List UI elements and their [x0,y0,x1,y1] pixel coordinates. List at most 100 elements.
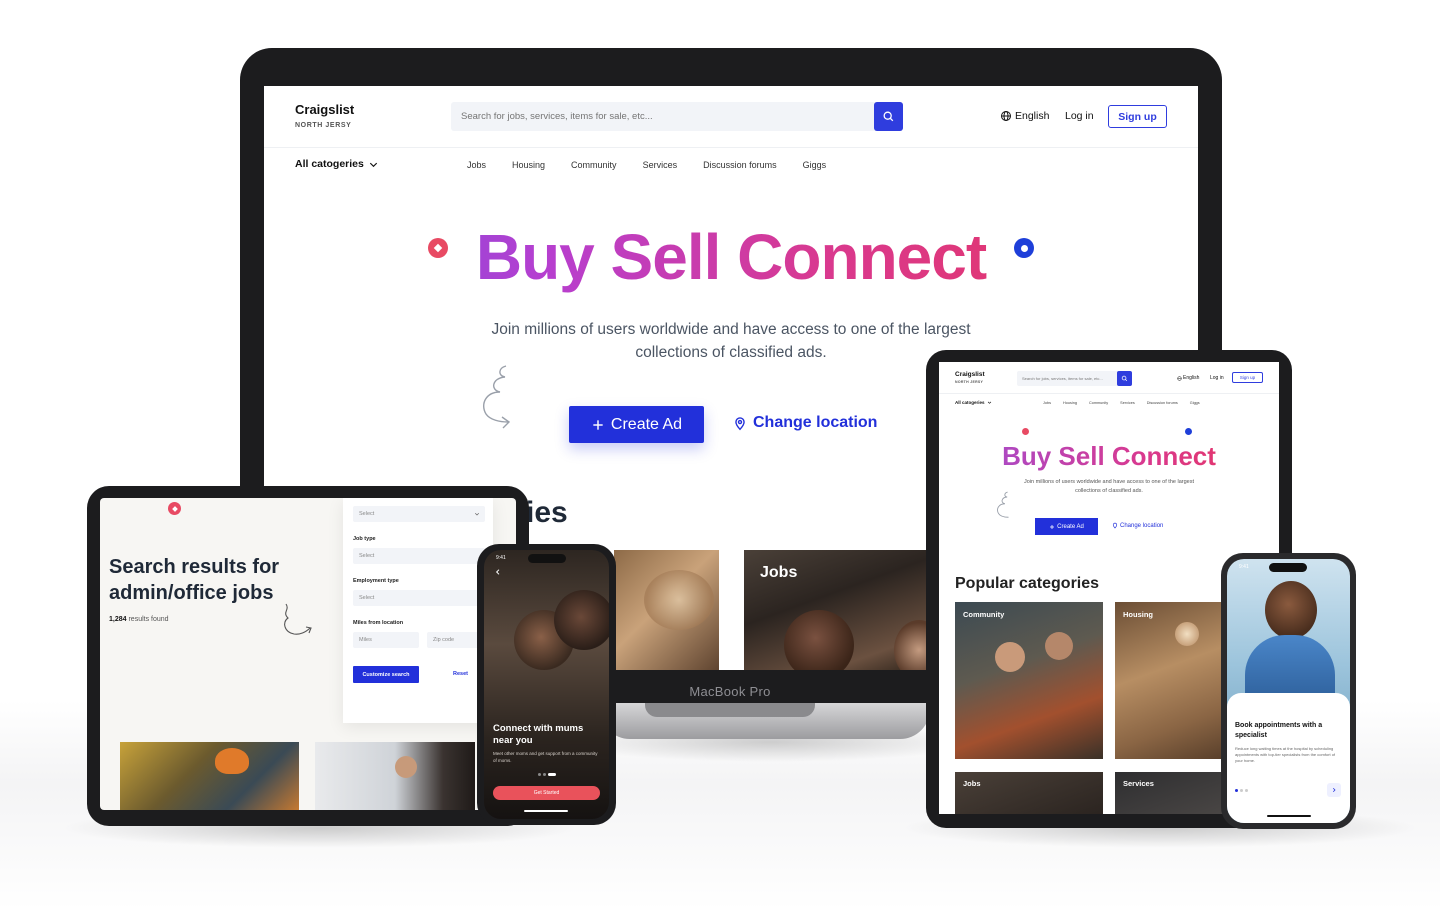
decor-dot-blue [1185,428,1192,435]
get-started-button[interactable]: Get Started [493,786,600,800]
globe-icon [1177,375,1182,381]
category-card-housing[interactable] [614,550,719,670]
miles-input[interactable]: Miles [353,632,419,648]
pager-dots [1235,789,1248,792]
employment-type-label: Employment type [353,578,399,584]
create-ad-button[interactable]: Create Ad [1035,518,1098,535]
search-results-title: Search results for admin/office jobs [109,556,280,604]
category-jobs-label: Jobs [760,564,798,581]
language-selector[interactable]: English [1177,375,1199,381]
chevron-down-icon [987,401,991,404]
nav-link-discussion-forums[interactable]: Discussion forums [1147,401,1178,405]
zip-code-placeholder: Zip code [433,637,455,643]
back-arrow-icon[interactable] [494,568,502,576]
community-person-head-2 [1045,632,1073,660]
create-ad-label: Create Ad [610,415,683,433]
job-photo-construction[interactable] [120,742,299,810]
search-icon [1121,375,1128,382]
nav-link-services[interactable]: Services [643,160,678,170]
location-pin-icon [1112,522,1118,529]
nav-link-housing[interactable]: Housing [512,160,545,170]
next-button[interactable] [1327,783,1341,797]
hero-subtitle: Join millions of users worldwide and hav… [1024,479,1194,494]
nav-links: Jobs Housing Community Services Discussi… [467,160,826,170]
ipad-landscape-screen: Search results for admin/office jobs 1,2… [100,498,516,810]
category-card-community[interactable]: Community [955,602,1103,759]
category-card-jobs[interactable]: Jobs [955,772,1103,814]
nav-link-jobs[interactable]: Jobs [1043,401,1051,405]
category-housing-label: Housing [1123,610,1153,619]
login-link[interactable]: Log in [1210,375,1224,381]
search-filters-panel: Select Job type Select Employment type S… [343,498,493,723]
filter-select-category[interactable]: Select [353,506,485,522]
signup-button[interactable]: Sign up [1108,105,1167,128]
home-indicator [1267,815,1311,817]
iphone-notch [1269,563,1307,572]
chevron-down-icon [369,162,377,167]
search-bar [451,102,903,131]
iphone-notch [528,554,566,563]
language-label: English [1183,375,1200,381]
site-logo[interactable]: Craigslist NORTH JERSY [955,371,985,384]
create-ad-button[interactable]: Create Ad [569,406,704,443]
photo-mother [554,590,609,650]
language-label: English [1015,110,1050,122]
iphone-right-screen: 9:41 Book appointments with a specialist… [1227,559,1350,823]
community-person-head [995,642,1025,672]
categories-heading: ies [526,496,568,529]
change-location-button[interactable]: Change location [733,414,877,432]
job-type-label: Job type [353,536,376,542]
search-button[interactable] [1117,371,1132,386]
reset-button[interactable]: Reset [453,671,468,677]
search-icon [883,111,894,122]
all-categories-label: All catogeries [955,400,985,405]
nav-link-community[interactable]: Community [571,160,617,170]
search-input[interactable]: Search for jobs, services, items for sal… [1022,376,1103,381]
login-link[interactable]: Log in [1065,110,1094,122]
globe-icon [1001,111,1011,121]
employment-type-placeholder: Select [359,595,375,601]
job-type-select[interactable]: Select [353,548,485,564]
squiggle-doodle [284,603,312,635]
search-button[interactable] [874,102,903,131]
nav-link-giggs[interactable]: Giggs [803,160,827,170]
job-photo-office[interactable] [315,742,475,810]
brand-region: NORTH JERSY [295,122,352,129]
change-location-button[interactable]: Change location [1112,522,1163,529]
nav-link-jobs[interactable]: Jobs [467,160,486,170]
popular-categories-heading: Popular categories [955,575,1100,592]
filter-select-placeholder: Select [359,511,375,517]
pager-dots [538,773,556,776]
nav-link-services[interactable]: Services [1120,401,1135,405]
all-categories-dropdown[interactable]: All catogeries [295,158,379,170]
nav-link-giggs[interactable]: Giggs [1190,401,1200,405]
search-input[interactable] [451,102,873,131]
hard-hat-shape [215,748,249,774]
hero-title: Buy Sell Connect [939,440,1279,472]
employment-type-select[interactable]: Select [353,590,485,606]
category-card-jobs[interactable]: Jobs [744,550,934,670]
macbook-base-notch [645,703,815,717]
plus-icon [593,419,603,430]
brand-name: Craigslist [295,102,355,117]
housing-photo-detail [644,570,714,630]
site-logo[interactable]: Craigslist NORTH JERSY [295,102,354,129]
all-categories-dropdown[interactable]: All catogeries [955,400,992,405]
onboarding-title: Book appointments with a specialist [1235,722,1323,739]
status-time: 9:41 [496,555,506,561]
site-header: Craigslist NORTH JERSY English Log in Si… [264,86,1198,148]
signup-button[interactable]: Sign up [1232,372,1263,383]
plus-icon [1050,524,1055,529]
office-person-head [395,756,417,778]
language-selector[interactable]: English [1000,110,1049,122]
nav-link-housing[interactable]: Housing [1063,401,1077,405]
customize-search-button[interactable]: Customize search [353,666,419,683]
status-time: 9:41 [1239,564,1249,570]
nav-link-community[interactable]: Community [1089,401,1108,405]
onboarding-subtitle: Meet other moms and get support from a c… [493,751,598,763]
device-mockup-stage: Craigslist NORTH JERSY English Log in Si… [0,0,1440,910]
search-bar: Search for jobs, services, items for sal… [1017,371,1132,386]
location-pin-icon [735,416,745,430]
photo-doctor-head [1265,581,1317,639]
nav-link-discussion-forums[interactable]: Discussion forums [703,160,777,170]
